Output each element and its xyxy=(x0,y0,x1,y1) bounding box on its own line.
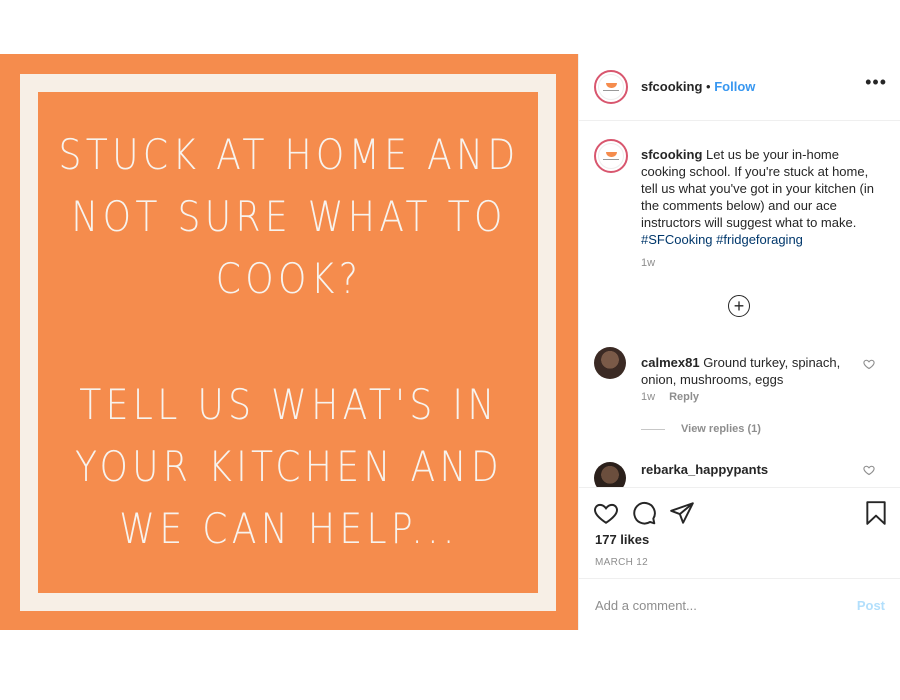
poster-text-bottom: TELL US WHAT'S IN YOUR KITCHEN AND WE CA… xyxy=(75,380,503,553)
post-header: sfcooking • Follow ••• xyxy=(579,54,900,121)
more-horizontal-icon[interactable]: ••• xyxy=(865,72,887,93)
comment-username[interactable]: rebarka_happypants xyxy=(641,462,768,477)
post-sidebar: sfcooking • Follow ••• sfcooking Let us … xyxy=(578,54,900,630)
caption-username[interactable]: sfcooking xyxy=(641,147,702,162)
comment-icon[interactable] xyxy=(631,500,657,526)
avatar[interactable] xyxy=(594,347,626,379)
heart-icon[interactable] xyxy=(863,358,875,370)
post-image[interactable]: STUCK AT HOME AND NOT SURE WHAT TO COOK?… xyxy=(0,54,578,630)
caption: sfcooking Let us be your in-home cooking… xyxy=(641,146,881,248)
plus-circle-icon: + xyxy=(733,296,745,316)
divider xyxy=(641,428,665,430)
logo-icon xyxy=(598,143,624,169)
comment-username[interactable]: calmex81 xyxy=(641,355,700,370)
reply-button[interactable]: Reply xyxy=(669,391,699,403)
heart-icon[interactable] xyxy=(593,500,619,526)
comment: rebarka_happypants xyxy=(641,461,851,478)
action-bar xyxy=(579,487,900,528)
poster-text-top: STUCK AT HOME AND NOT SURE WHAT TO COOK? xyxy=(58,130,520,303)
comment-input[interactable] xyxy=(595,593,835,617)
share-icon[interactable] xyxy=(669,500,695,526)
likes-count[interactable]: 177 likes xyxy=(595,532,649,547)
heart-icon[interactable] xyxy=(863,464,875,476)
comments-section[interactable]: sfcooking Let us be your in-home cooking… xyxy=(579,121,900,487)
comment-time[interactable]: 1w xyxy=(641,391,655,403)
follow-button[interactable]: Follow xyxy=(714,79,755,94)
hashtag-link[interactable]: #fridgeforaging xyxy=(716,232,803,247)
header-text: sfcooking • Follow xyxy=(641,79,755,94)
logo-icon xyxy=(598,74,624,100)
header-username[interactable]: sfcooking xyxy=(641,79,702,94)
bookmark-icon[interactable] xyxy=(863,500,889,526)
post-date[interactable]: MARCH 12 xyxy=(595,557,648,568)
comment: calmex81 Ground turkey, spinach, onion, … xyxy=(641,354,851,388)
avatar[interactable] xyxy=(594,462,626,487)
load-more-comments-button[interactable]: + xyxy=(728,295,750,317)
view-replies-label: View replies (1) xyxy=(681,423,761,435)
avatar[interactable] xyxy=(594,70,628,104)
hashtag-link[interactable]: #SFCooking xyxy=(641,232,713,247)
comment-meta: 1w Reply xyxy=(641,391,699,403)
view-replies-button[interactable]: View replies (1) xyxy=(641,423,761,435)
caption-avatar[interactable] xyxy=(594,139,628,173)
separator: • xyxy=(706,79,711,94)
post-button[interactable]: Post xyxy=(857,598,885,613)
instagram-post: STUCK AT HOME AND NOT SURE WHAT TO COOK?… xyxy=(0,54,900,630)
caption-time[interactable]: 1w xyxy=(641,257,655,269)
add-comment-bar: Post xyxy=(579,578,900,631)
